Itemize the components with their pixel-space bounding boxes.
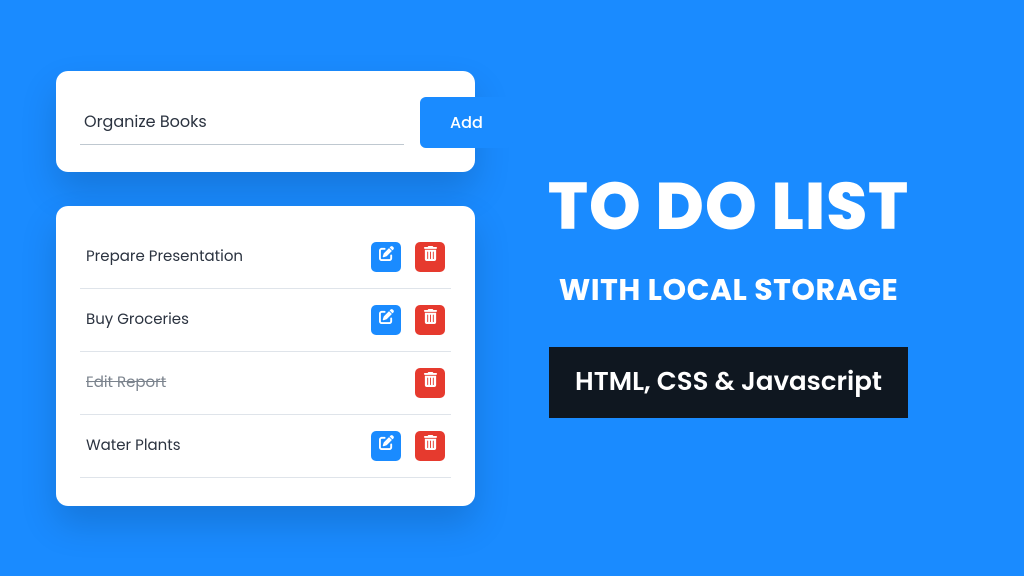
task-actions xyxy=(371,305,445,335)
delete-button[interactable] xyxy=(415,242,445,272)
task-label[interactable]: Buy Groceries xyxy=(86,308,189,331)
task-label[interactable]: Prepare Presentation xyxy=(86,245,243,268)
task-actions xyxy=(371,242,445,272)
task-label[interactable]: Edit Report xyxy=(86,371,166,394)
task-list: Prepare Presentation Buy Groceries Edit Re… xyxy=(56,206,475,506)
delete-button[interactable] xyxy=(415,305,445,335)
trash-icon xyxy=(423,309,438,330)
trash-icon xyxy=(423,372,438,393)
hero-text: TO DO LIST WITH LOCAL STORAGE HTML, CSS … xyxy=(475,158,1024,418)
task-row: Buy Groceries xyxy=(80,289,451,352)
tech-badge: HTML, CSS & Javascript xyxy=(549,347,908,418)
delete-button[interactable] xyxy=(415,431,445,461)
add-button[interactable]: Add xyxy=(420,97,513,148)
task-actions xyxy=(371,431,445,461)
task-row: Prepare Presentation xyxy=(80,226,451,289)
task-label[interactable]: Water Plants xyxy=(86,434,181,457)
edit-icon xyxy=(379,309,394,330)
task-actions xyxy=(415,368,445,398)
edit-button[interactable] xyxy=(371,431,401,461)
todo-app: Add Prepare Presentation Buy Groceries Edi… xyxy=(0,71,475,506)
task-row: Edit Report xyxy=(80,352,451,415)
edit-icon xyxy=(379,435,394,456)
trash-icon xyxy=(423,246,438,267)
hero-title: TO DO LIST xyxy=(548,158,909,257)
edit-button[interactable] xyxy=(371,242,401,272)
edit-icon xyxy=(379,246,394,267)
trash-icon xyxy=(423,435,438,456)
delete-button[interactable] xyxy=(415,368,445,398)
edit-button[interactable] xyxy=(371,305,401,335)
input-card: Add xyxy=(56,71,475,172)
task-input[interactable] xyxy=(80,99,404,145)
hero-subtitle: WITH LOCAL STORAGE xyxy=(559,267,898,313)
task-row: Water Plants xyxy=(80,415,451,478)
